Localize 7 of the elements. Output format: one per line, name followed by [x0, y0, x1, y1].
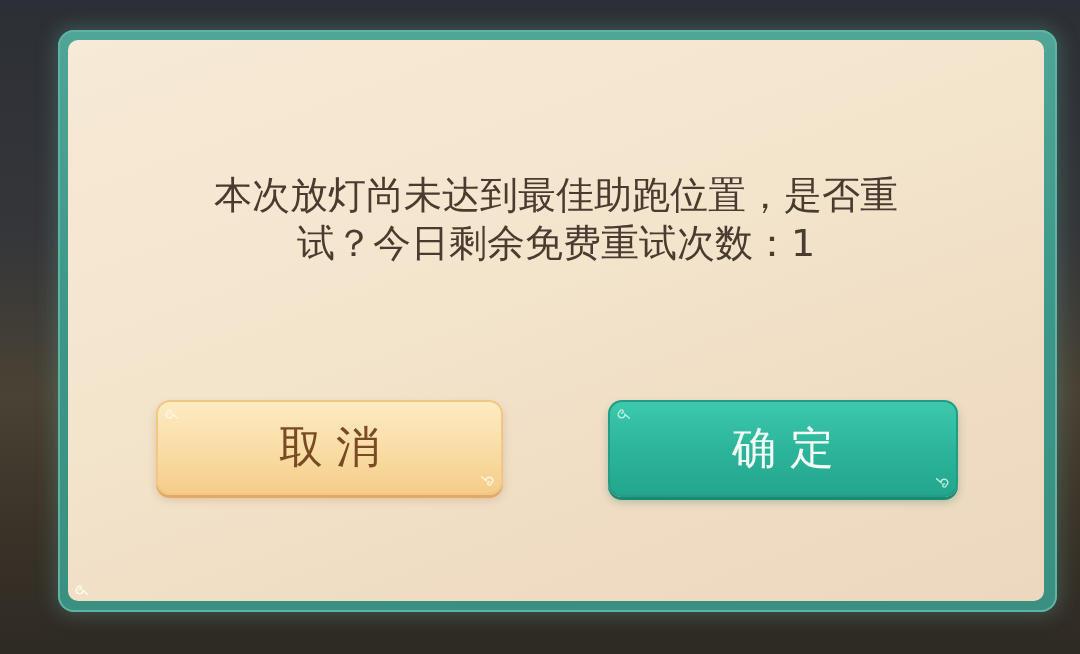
swirl-icon: [74, 583, 88, 595]
swirl-icon: [936, 478, 950, 490]
dialog-message: 本次放灯尚未达到最佳助跑位置，是否重试？今日剩余免费重试次数：1: [213, 172, 899, 267]
swirl-icon: [616, 407, 630, 419]
swirl-icon: [164, 407, 178, 419]
swirl-icon: [481, 476, 495, 488]
cancel-button[interactable]: 取消: [156, 400, 503, 495]
